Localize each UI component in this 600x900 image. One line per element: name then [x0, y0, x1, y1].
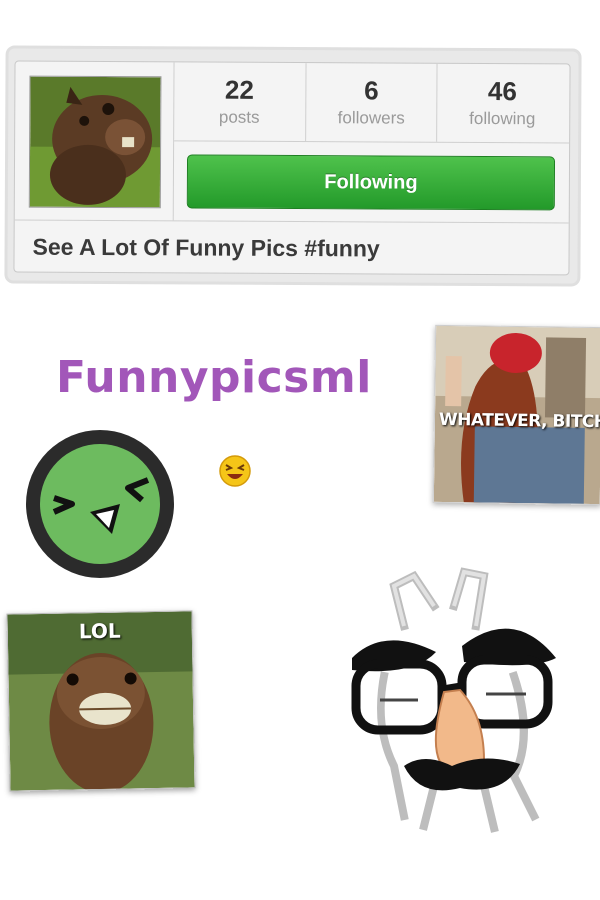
stat-posts-label: posts: [218, 107, 260, 127]
stat-followers-value: 6: [364, 75, 379, 106]
avatar[interactable]: [28, 75, 162, 209]
stat-posts-value: 22: [224, 74, 254, 105]
green-laughing-face-icon: [24, 428, 176, 580]
profile-panel: 22 posts 6 followers 46 following Follow…: [13, 60, 571, 276]
stat-posts[interactable]: 22 posts: [174, 62, 304, 141]
whatever-photo-sticker: WHATEVER, BITCH: [432, 324, 600, 506]
lol-caption: LOL: [78, 618, 121, 644]
stat-following[interactable]: 46 following: [437, 64, 567, 143]
groucho-disguise-icon: [344, 566, 564, 836]
following-button[interactable]: Following: [186, 154, 556, 211]
bio-divider: [14, 219, 569, 224]
account-title: Funnypicsml: [56, 352, 372, 403]
profile-bio: See A Lot Of Funny Pics #funny: [32, 233, 380, 262]
stat-followers[interactable]: 6 followers: [306, 63, 436, 142]
whatever-caption: WHATEVER, BITCH: [438, 409, 600, 433]
stat-following-value: 46: [487, 76, 517, 107]
laughing-face-emoji: [218, 454, 252, 488]
lol-photo-sticker: LOL: [6, 610, 196, 792]
profile-card: 22 posts 6 followers 46 following Follow…: [7, 48, 579, 284]
stat-following-label: following: [469, 108, 536, 129]
stat-followers-label: followers: [337, 108, 405, 128]
